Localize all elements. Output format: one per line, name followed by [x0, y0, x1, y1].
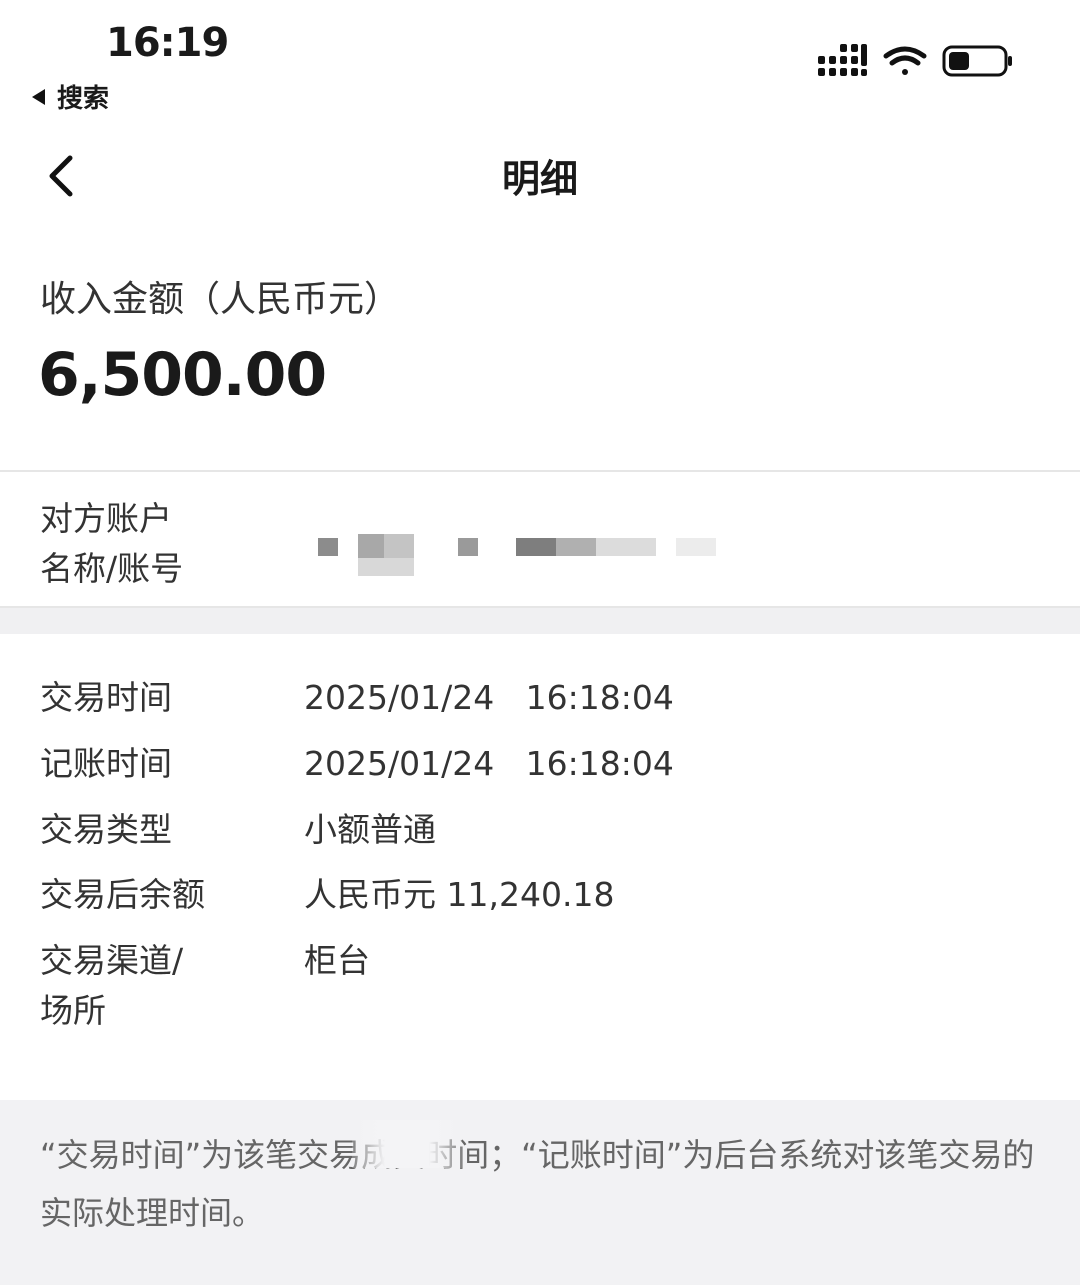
trade-time-value: 2025/01/24 16:18:04 — [304, 678, 674, 717]
section-gap — [0, 608, 1080, 634]
status-bar: 16:19 搜索 — [0, 0, 1080, 120]
income-amount-value: 6,500.00 — [38, 340, 327, 410]
trade-type-label: 交易类型 — [40, 810, 172, 849]
balance-after-label: 交易后余额 — [40, 875, 205, 914]
back-to-app-link[interactable]: 搜索 — [32, 78, 109, 115]
page-title: 明细 — [501, 157, 578, 201]
channel-label-line1: 交易渠道/ — [40, 941, 184, 980]
back-triangle-icon — [32, 88, 45, 105]
counterparty-label-line1: 对方账户 — [40, 499, 172, 538]
system-status-icons — [818, 44, 1012, 77]
divider — [0, 470, 1080, 472]
signal-icon — [818, 44, 867, 76]
channel-label-line2: 场所 — [40, 991, 106, 1030]
counterparty-label: 对方账户 名称/账号 — [40, 494, 183, 594]
posting-time-label: 记账时间 — [40, 744, 172, 783]
trade-time-label: 交易时间 — [40, 678, 172, 717]
status-time: 16:19 — [106, 20, 229, 66]
navigation-bar: 明细 — [0, 120, 1080, 230]
note-redaction-blur — [352, 1120, 462, 1168]
balance-after-value: 人民币元 11,240.18 — [304, 875, 615, 914]
counterparty-label-line2: 名称/账号 — [40, 549, 184, 588]
trade-type-value: 小额普通 — [304, 810, 436, 849]
wifi-icon — [883, 46, 927, 75]
battery-icon — [942, 45, 1012, 77]
counterparty-mosaic-mask — [318, 534, 716, 576]
back-app-label: 搜索 — [57, 84, 110, 114]
channel-label: 交易渠道/ 场所 — [40, 936, 183, 1036]
note-text: “交易时间”为该笔交易成交时间；“记账时间”为后台系统对该笔交易的实际处理时间。 — [40, 1136, 1035, 1232]
note-box: “交易时间”为该笔交易成交时间；“记账时间”为后台系统对该笔交易的实际处理时间。 — [0, 1100, 1080, 1285]
channel-value: 柜台 — [304, 941, 370, 980]
income-amount-label: 收入金额（人民币元） — [40, 279, 401, 320]
posting-time-value: 2025/01/24 16:18:04 — [304, 744, 674, 783]
